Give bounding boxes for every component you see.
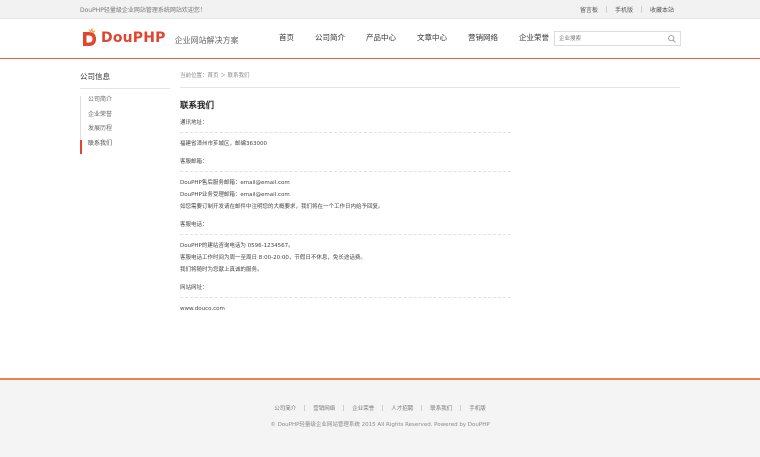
divider — [605, 6, 607, 13]
welcome-text: DouPHP轻量级企业网站管理系统网站欢迎您！ — [80, 7, 206, 14]
divider — [343, 405, 345, 411]
search-icon[interactable] — [667, 34, 677, 44]
breadcrumb: 当前位置：首页 ＞ 联系我们 — [180, 71, 680, 88]
sidebar-title: 公司信息 — [80, 71, 170, 89]
website-link[interactable]: www.douco.com — [180, 303, 511, 315]
copyright: © DouPHP轻量级企业网站管理系统 2015 All Rights Rese… — [270, 422, 490, 428]
contact-info: 通讯地址： 福建省漳州市芗城区，邮编363000 客服邮箱： DouPHP售后服… — [180, 117, 511, 315]
address-text: 福建省漳州市芗城区，邮编363000 — [180, 141, 267, 147]
divider — [304, 405, 306, 411]
footer-link-honors[interactable]: 企业荣誉 — [352, 404, 374, 412]
footer-link-mobile[interactable]: 手机版 — [469, 404, 486, 412]
email-line: DouPHP售后服务邮箱：email@email.com — [180, 180, 290, 186]
bookmark-link[interactable]: 收藏本站 — [650, 5, 674, 14]
divider — [460, 405, 462, 411]
top-links: 留言板 手机版 收藏本站 — [580, 5, 674, 14]
sidebar-menu: 公司简介 企业荣誉 发展历程 联系我们 — [80, 96, 170, 154]
brand-name: DouPHP — [101, 30, 166, 46]
sidebar-item-honors[interactable]: 企业荣誉 — [80, 110, 170, 125]
page-title: 联系我们 — [180, 101, 215, 111]
guestbook-link[interactable]: 留言板 — [580, 5, 598, 14]
divider — [421, 405, 423, 411]
email-note: 如您需要订制开发请在邮件中注明您的大概要求，我们将在一个工作日内给予回复。 — [180, 204, 384, 210]
main-nav: 首页 公司简介 产品中心 文章中心 营销网络 企业荣誉 — [279, 32, 570, 43]
footer-link-network[interactable]: 营销网络 — [313, 404, 335, 412]
nav-products[interactable]: 产品中心 — [366, 32, 396, 43]
nav-honors[interactable]: 企业荣誉 — [519, 32, 549, 43]
divider — [382, 405, 384, 411]
footer-link-about[interactable]: 公司简介 — [274, 404, 296, 412]
footer-links: 公司简介 营销网络 企业荣誉 人才招聘 联系我们 手机版 — [0, 404, 760, 412]
address-label: 通讯地址： — [180, 117, 511, 133]
footer: 公司简介 营销网络 企业荣誉 人才招聘 联系我们 手机版 © DouPHP轻量级… — [0, 380, 760, 457]
main-content: 当前位置：首页 ＞ 联系我们 联系我们 通讯地址： 福建省漳州市芗城区，邮编36… — [180, 71, 680, 315]
sidebar-item-about[interactable]: 公司简介 — [80, 96, 170, 111]
mobile-link[interactable]: 手机版 — [615, 5, 633, 14]
nav-home[interactable]: 首页 — [279, 32, 294, 43]
website-label: 网站网址： — [180, 282, 511, 298]
search-box — [554, 31, 681, 46]
footer-link-contact[interactable]: 联系我们 — [430, 404, 452, 412]
phone-line: DouPHP的建站咨询电话为 0596-1234567。 — [180, 243, 294, 249]
nav-about[interactable]: 公司简介 — [315, 32, 345, 43]
divider — [640, 6, 642, 13]
sidebar-item-contact[interactable]: 联系我们 — [80, 139, 170, 154]
footer-link-jobs[interactable]: 人才招聘 — [391, 404, 413, 412]
top-bar: DouPHP轻量级企业网站管理系统网站欢迎您！ 留言板 手机版 收藏本站 — [0, 0, 760, 19]
phone-hours: 客服电话工作时间为周一至周日 8:00-20:00，节假日不休息，免长途话费。 — [180, 255, 366, 261]
logo[interactable]: DouPHP 企业网站解决方案 — [80, 27, 239, 48]
slogan: 企业网站解决方案 — [174, 36, 239, 45]
phone-label: 客服电话： — [180, 219, 511, 235]
logo-icon — [80, 27, 100, 48]
email-line: DouPHP业务受理邮箱：email@email.com — [180, 192, 290, 198]
search-input[interactable] — [559, 34, 659, 44]
nav-articles[interactable]: 文章中心 — [417, 32, 447, 43]
header: DouPHP 企业网站解决方案 首页 公司简介 产品中心 文章中心 营销网络 企… — [0, 19, 760, 59]
nav-network[interactable]: 营销网络 — [468, 32, 498, 43]
email-label: 客服邮箱： — [180, 156, 511, 172]
phone-note: 我们将随时为您献上真诚的服务。 — [180, 267, 263, 273]
sidebar: 公司信息 公司简介 企业荣誉 发展历程 联系我们 — [80, 71, 170, 154]
sidebar-item-history[interactable]: 发展历程 — [80, 125, 170, 140]
